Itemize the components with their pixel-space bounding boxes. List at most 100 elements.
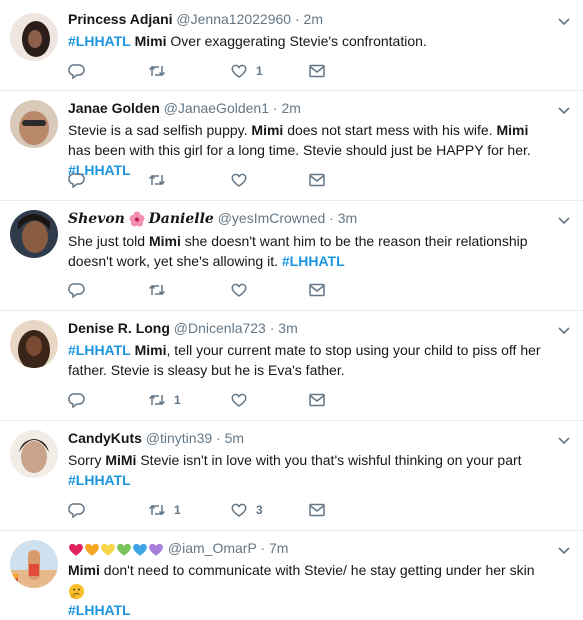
retweet-button[interactable] bbox=[148, 171, 166, 189]
timestamp[interactable]: 2m bbox=[304, 11, 323, 27]
reply-icon bbox=[68, 393, 85, 409]
like-icon bbox=[231, 173, 247, 187]
like-button[interactable] bbox=[230, 281, 248, 299]
avatar[interactable] bbox=[10, 320, 58, 368]
user-handle[interactable]: @yesImCrowned bbox=[218, 210, 326, 226]
caret-down-icon[interactable] bbox=[557, 14, 571, 28]
retweet-button[interactable] bbox=[148, 281, 166, 299]
display-name[interactable]: Princess Adjani bbox=[68, 11, 173, 27]
timestamp[interactable]: 5m bbox=[225, 430, 244, 446]
retweet-button[interactable]: 1 bbox=[148, 501, 181, 519]
reply-button[interactable] bbox=[68, 501, 86, 519]
reply-icon bbox=[68, 64, 85, 80]
display-name[interactable]: CandyKuts bbox=[68, 430, 142, 446]
text-segment: does not start mess with his wife. bbox=[287, 122, 493, 138]
caret-down-icon[interactable] bbox=[557, 323, 571, 337]
message-button[interactable] bbox=[308, 62, 326, 80]
caret-down-icon[interactable] bbox=[557, 213, 571, 227]
display-name-suffix[interactable]: Danielle bbox=[149, 211, 214, 227]
message-button[interactable] bbox=[308, 501, 326, 519]
tweet-text: #LHHATL Mimi, tell your current mate to … bbox=[68, 340, 553, 380]
retweet-icon bbox=[148, 284, 166, 296]
reply-button[interactable] bbox=[68, 281, 86, 299]
caret-down-icon[interactable] bbox=[557, 543, 571, 557]
purple-heart-icon bbox=[149, 543, 163, 556]
display-name-hearts[interactable] bbox=[68, 540, 168, 556]
highlight-term: Mimi bbox=[134, 33, 167, 49]
retweet-button[interactable] bbox=[148, 62, 174, 80]
like-button[interactable] bbox=[230, 391, 248, 409]
highlight-term: Mimi bbox=[251, 122, 284, 138]
green-heart-icon bbox=[117, 543, 131, 556]
avatar[interactable] bbox=[10, 210, 58, 258]
user-handle[interactable]: @iam_OmarP bbox=[168, 540, 257, 556]
timestamp[interactable]: 7m bbox=[269, 540, 288, 556]
reply-icon bbox=[68, 283, 85, 299]
user-handle[interactable]: @tinytin39 bbox=[146, 430, 212, 446]
display-name[interactable]: Shevon bbox=[68, 211, 125, 227]
retweet-button[interactable]: 1 bbox=[148, 391, 181, 409]
like-icon bbox=[231, 283, 247, 297]
user-handle[interactable]: @JanaeGolden1 bbox=[164, 100, 269, 116]
reply-icon bbox=[68, 173, 85, 189]
like-icon bbox=[231, 503, 247, 517]
highlight-term: MiMi bbox=[105, 452, 137, 468]
tweet-header: Janae Golden @JanaeGolden1 · 2m bbox=[68, 99, 553, 117]
text-segment: has bbox=[68, 142, 91, 158]
message-button[interactable] bbox=[308, 391, 326, 409]
yellow-heart-icon bbox=[101, 543, 115, 556]
retweet-icon bbox=[148, 504, 166, 516]
display-name[interactable]: Denise R. Long bbox=[68, 320, 170, 336]
text-segment: father. Stevie is sleasy but he is Eva's… bbox=[68, 362, 345, 378]
caret-down-icon[interactable] bbox=[557, 103, 571, 117]
reply-icon bbox=[68, 503, 85, 519]
tweet-header: @iam_OmarP · 7m bbox=[68, 539, 553, 557]
text-segment: Sorry bbox=[68, 452, 102, 468]
user-handle[interactable]: @Dnicenla723 bbox=[174, 320, 266, 336]
like-button[interactable]: 1 bbox=[230, 62, 263, 80]
user-handle[interactable]: @Jenna12022960 bbox=[176, 11, 291, 27]
highlight-term: Mimi bbox=[134, 342, 167, 358]
hashtag-link[interactable]: #LHHATL bbox=[68, 342, 131, 358]
tweet-text: Sorry MiMi Stevie isn't in love with you… bbox=[68, 450, 553, 490]
tweet[interactable]: @iam_OmarP · 7m Mimi don't need to commu… bbox=[0, 531, 583, 618]
timestamp[interactable]: 2m bbox=[281, 100, 300, 116]
hashtag-link[interactable]: #LHHATL bbox=[282, 253, 345, 269]
tweet[interactable]: Shevon Danielle @yesImCrowned · 3m She j… bbox=[0, 201, 583, 311]
retweet-icon bbox=[148, 394, 166, 406]
avatar[interactable] bbox=[10, 430, 58, 478]
message-button[interactable] bbox=[308, 171, 326, 189]
like-icon bbox=[231, 393, 247, 407]
tweet-header: Princess Adjani @Jenna12022960 · 2m bbox=[68, 10, 553, 28]
like-button[interactable]: 3 bbox=[230, 501, 263, 519]
timestamp[interactable]: 3m bbox=[278, 320, 297, 336]
text-segment: don't need to communicate with Stevie/ h… bbox=[103, 562, 535, 578]
tweet[interactable]: Denise R. Long @Dnicenla723 · 3m #LHHATL… bbox=[0, 311, 583, 421]
avatar[interactable] bbox=[10, 13, 58, 61]
hashtag-link[interactable]: #LHHATL bbox=[68, 472, 131, 488]
tweet[interactable]: Princess Adjani @Jenna12022960 · 2m #LHH… bbox=[0, 0, 583, 91]
message-button[interactable] bbox=[308, 281, 326, 299]
text-segment: Over exaggerating Stevie's confrontation… bbox=[170, 33, 427, 49]
text-segment: Stevie is a sad selfish puppy. bbox=[68, 122, 248, 138]
text-segment: Stevie isn't in love with you that's wis… bbox=[140, 452, 522, 468]
tweet[interactable]: CandyKuts @tinytin39 · 5m Sorry MiMi Ste… bbox=[0, 421, 583, 531]
display-name[interactable]: Janae Golden bbox=[68, 100, 160, 116]
timestamp[interactable]: 3m bbox=[338, 210, 357, 226]
avatar[interactable] bbox=[10, 100, 58, 148]
avatar[interactable] bbox=[10, 540, 58, 588]
hashtag-link[interactable]: #LHHATL bbox=[68, 602, 131, 618]
reply-button[interactable] bbox=[68, 391, 86, 409]
blue-heart-icon bbox=[133, 543, 147, 556]
tweet-text: She just told Mimi she doesn't want him … bbox=[68, 231, 553, 271]
message-icon bbox=[309, 173, 325, 187]
message-icon bbox=[309, 283, 325, 297]
like-button[interactable] bbox=[230, 171, 248, 189]
reply-button[interactable] bbox=[68, 171, 86, 189]
message-icon bbox=[309, 503, 325, 517]
reply-button[interactable] bbox=[68, 62, 86, 80]
tweet[interactable]: Janae Golden @JanaeGolden1 · 2m Stevie i… bbox=[0, 91, 583, 201]
hashtag-link[interactable]: #LHHATL bbox=[68, 33, 131, 49]
caret-down-icon[interactable] bbox=[557, 433, 571, 447]
message-icon bbox=[309, 64, 325, 78]
